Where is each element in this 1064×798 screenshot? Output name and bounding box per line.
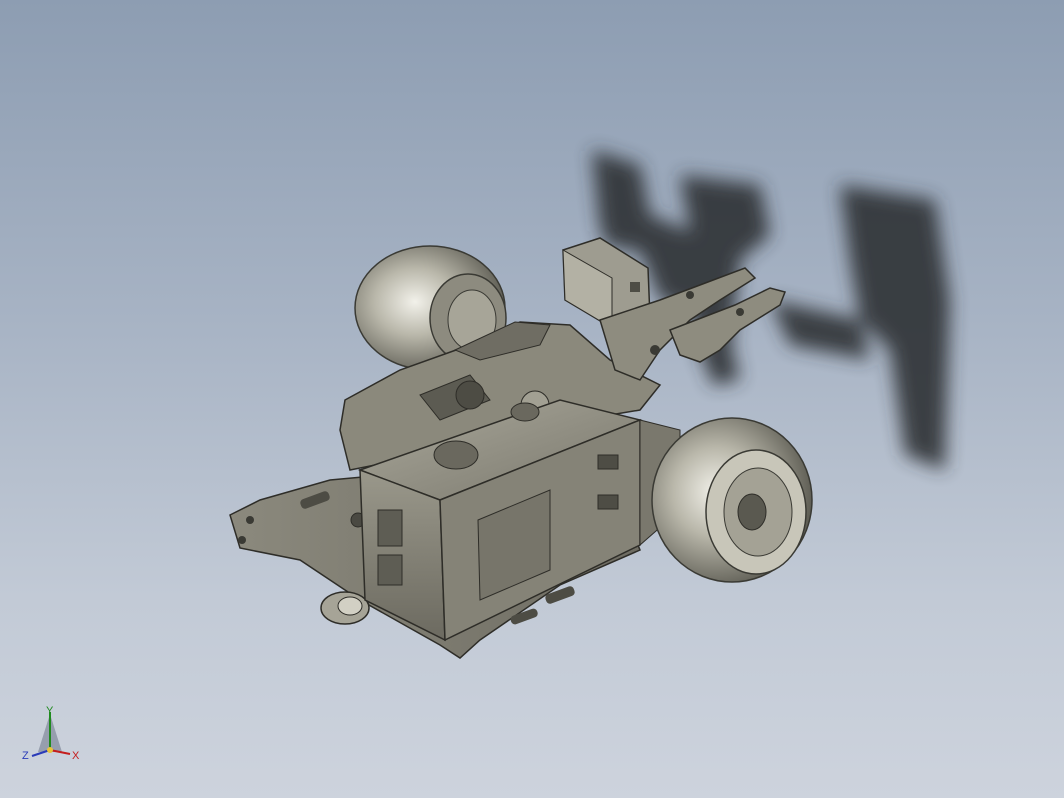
rear-right-wheel[interactable]: [651, 417, 813, 583]
triad-y-label: Y: [46, 705, 54, 717]
triad-x-label: X: [72, 750, 80, 762]
robot-car-model[interactable]: [0, 0, 1064, 798]
front-caster-wheel[interactable]: [320, 591, 370, 625]
graphics-viewport[interactable]: Y Z X: [0, 0, 1064, 798]
triad-z-label: Z: [22, 750, 29, 762]
